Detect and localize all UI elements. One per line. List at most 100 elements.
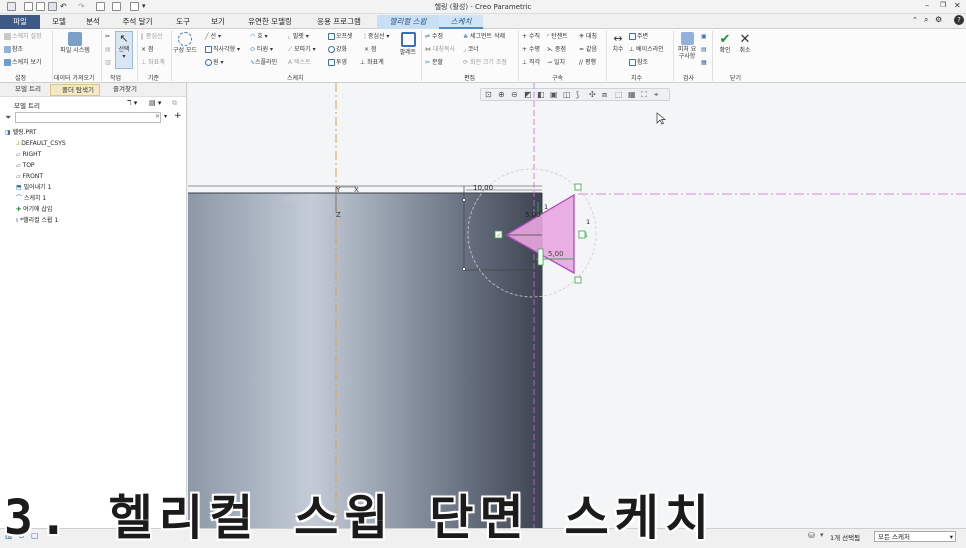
baseline-button[interactable]: ⊥ 베이스라인 [629, 45, 664, 54]
overlap-icon[interactable]: ▣ [701, 32, 707, 41]
delete-segment-button[interactable]: ⋇ 세그먼트 삭제 [463, 32, 505, 41]
filter-select[interactable]: 모든 스케처 ▾ [874, 531, 956, 542]
mirror-button[interactable]: ⧓ 대칭복사 [425, 45, 455, 54]
dimension-button[interactable]: ↔ 치수 [609, 32, 627, 53]
tree-item-extrude[interactable]: ⬒ 밀어내기 1 [16, 183, 51, 193]
horizontal-constraint-button[interactable]: + 수평 [522, 45, 540, 54]
tree-item-front[interactable]: ▱ FRONT [16, 172, 43, 182]
perimeter-button[interactable]: 주변 [629, 32, 648, 41]
tab-flexible-modeling[interactable]: 유연한 모델링 [241, 15, 299, 29]
tree-item-sketch[interactable]: ⌒ 스케치 1 [16, 194, 46, 204]
offset-button[interactable]: 오프셋 [328, 32, 353, 41]
tree-search-input[interactable] [15, 112, 161, 123]
tab-file[interactable]: 파일 [0, 15, 40, 29]
symmetric-constraint-button[interactable]: ⁜ 대칭 [579, 32, 597, 41]
highlight-open-icon[interactable]: ▦ [701, 58, 707, 67]
search-icon[interactable]: ⌕ [924, 15, 928, 25]
copy-icon[interactable]: ▤ [105, 45, 111, 54]
perpendicular-constraint-button[interactable]: ⊥ 직각 [522, 58, 540, 67]
constraint-marker[interactable] [574, 183, 582, 191]
reference-button[interactable]: 참조 [4, 45, 23, 54]
select-button[interactable]: ↖ 선택 ▾ [115, 31, 133, 69]
arc-button[interactable]: ◠ 호 ▾ [250, 32, 268, 41]
sketch-canvas[interactable]: ✓ [188, 83, 966, 529]
tree-item-insert-here[interactable]: ✚ 여기에 삽입 [16, 205, 52, 215]
tree-item-default-csys[interactable]: ⅃ DEFAULT_CSYS [16, 139, 66, 149]
tab-model[interactable]: 모델 [44, 15, 74, 29]
ellipse-button[interactable]: ⬭ 타원 ▾ [250, 45, 273, 54]
palette-button[interactable]: 팔레트 [396, 32, 420, 56]
minimize-icon[interactable]: – [925, 1, 929, 10]
tree-expand-icon[interactable]: ⧉ [172, 99, 177, 108]
tree-item-right[interactable]: ▱ RIGHT [16, 150, 41, 160]
tab-view[interactable]: 보기 [203, 15, 233, 29]
shade-closed-icon[interactable]: ▤ [701, 45, 707, 54]
midpoint-constraint-button[interactable]: ⋋ 중점 [547, 45, 566, 54]
datum-point-button[interactable]: × 점 [141, 45, 153, 54]
sketch-view-button[interactable]: 스케치 보기 [4, 58, 42, 67]
graphics-viewport[interactable]: ⊡ ⊕ ⊖ ◩ ◧ ▣ ◫ ⟆ ✣ ⧈ ⬚ ▦ ⛶ ⌖ ✓ DEFAULT_CS… [188, 83, 966, 529]
text-button[interactable]: A 텍스트 [288, 58, 311, 67]
thicken-button[interactable]: 강화 [328, 45, 347, 54]
cancel-button[interactable]: ✕ 취소 [736, 32, 754, 54]
dimension-value-mid[interactable]: 5,00 [525, 211, 541, 219]
coincident-constraint-button[interactable]: ⇀ 일치 [547, 58, 565, 67]
cut-icon[interactable]: ✂ [105, 32, 110, 41]
settings-icon[interactable]: ⚙ [935, 15, 942, 24]
constraint-marker[interactable] [537, 248, 544, 266]
file-system-button[interactable]: 파일 시스템 [60, 32, 90, 54]
sketch-vertex[interactable] [462, 267, 466, 271]
tree-item-helical-sweep[interactable]: ⧛ *헬리컬 스윕 1 [16, 216, 58, 226]
tree-settings-icon[interactable]: ℸ ▾ [127, 99, 137, 107]
selection-filter-icon[interactable]: ⛁ [808, 531, 815, 540]
selection-dropdown-icon[interactable]: ▾ [820, 531, 824, 539]
datum-centerline-button[interactable]: 중심선 [141, 32, 162, 41]
search-options-icon[interactable]: ▾ [164, 113, 167, 120]
tab-applications[interactable]: 응용 프로그램 [310, 15, 368, 29]
tab-analysis[interactable]: 분석 [78, 15, 108, 29]
tree-columns-icon[interactable]: ▤ ▾ [149, 99, 161, 107]
filter-icon[interactable]: ⏷ [5, 113, 11, 123]
chamfer-button[interactable]: ⟋ 모따기 ▾ [288, 45, 316, 54]
dimension-value-lower[interactable]: 5,00 [548, 250, 564, 258]
clear-search-icon[interactable]: ✕ [155, 113, 160, 120]
datum-csys-button[interactable]: ⊥ 좌표계 [141, 58, 165, 67]
tree-item-top[interactable]: ▱ TOP [16, 161, 35, 171]
dimension-value-top[interactable]: 10,00 [473, 184, 493, 192]
sketch-centerline-button[interactable]: ¦ 중심선 ▾ [364, 32, 389, 41]
dimension-reference-button[interactable]: 참조 [629, 58, 648, 67]
tab-folder-browser[interactable]: 폴더 탐색기 [50, 84, 100, 96]
circle-button[interactable]: 원 ▾ [205, 58, 223, 67]
tab-helical-sweep[interactable]: 헬리컬 스윕 [377, 15, 439, 29]
paste-icon[interactable]: ▥ [105, 58, 111, 67]
constraint-marker[interactable] [574, 276, 582, 284]
help-icon[interactable]: ? [954, 15, 964, 25]
construction-mode-button[interactable]: 구성 모드 [173, 32, 197, 54]
tab-favorites[interactable]: 즐겨찾기 [102, 84, 146, 96]
collapse-ribbon-icon[interactable]: ⌃ [912, 16, 918, 24]
tab-model-tree[interactable]: 모델 트리 [4, 84, 48, 96]
divide-button[interactable]: ✂ 분할 [425, 58, 443, 67]
tree-item-part[interactable]: ◨ 헬링.PRT [5, 128, 37, 138]
tangent-constraint-button[interactable]: ◜ 탄젠트 [547, 32, 568, 41]
sketch-point-button[interactable]: × 점 [364, 45, 376, 54]
rectangle-button[interactable]: 직사각형 ▾ [205, 45, 240, 54]
tab-tools[interactable]: 도구 [168, 15, 198, 29]
feature-requirements-button[interactable]: 피처 요구사항 [676, 32, 698, 60]
equal-constraint-button[interactable]: = 같음 [579, 45, 597, 54]
sketch-csys-button[interactable]: ⊥ 좌표계 [360, 58, 384, 67]
sketch-setup-button[interactable]: 스케치 설정 [4, 32, 42, 41]
parallel-constraint-button[interactable]: // 평행 [579, 58, 596, 67]
spline-button[interactable]: ∿스플라인 [250, 58, 277, 67]
line-button[interactable]: ╱ 선 ▾ [205, 32, 221, 41]
vertical-constraint-button[interactable]: + 수직 [522, 32, 540, 41]
rotate-resize-button[interactable]: ⟳ 회전 크기 조정 [463, 58, 507, 67]
tab-sketch[interactable]: 스케치 [439, 15, 483, 29]
add-filter-icon[interactable]: + [174, 111, 182, 121]
tab-annotate[interactable]: 주석 달기 [115, 15, 160, 29]
fillet-button[interactable]: ⌞ 필렛 ▾ [288, 32, 309, 41]
ok-button[interactable]: ✔ 확인 [716, 32, 734, 54]
restore-icon[interactable]: ❐ [940, 1, 946, 9]
sketch-vertex[interactable] [462, 198, 466, 202]
project-button[interactable]: 투영 [328, 58, 347, 67]
